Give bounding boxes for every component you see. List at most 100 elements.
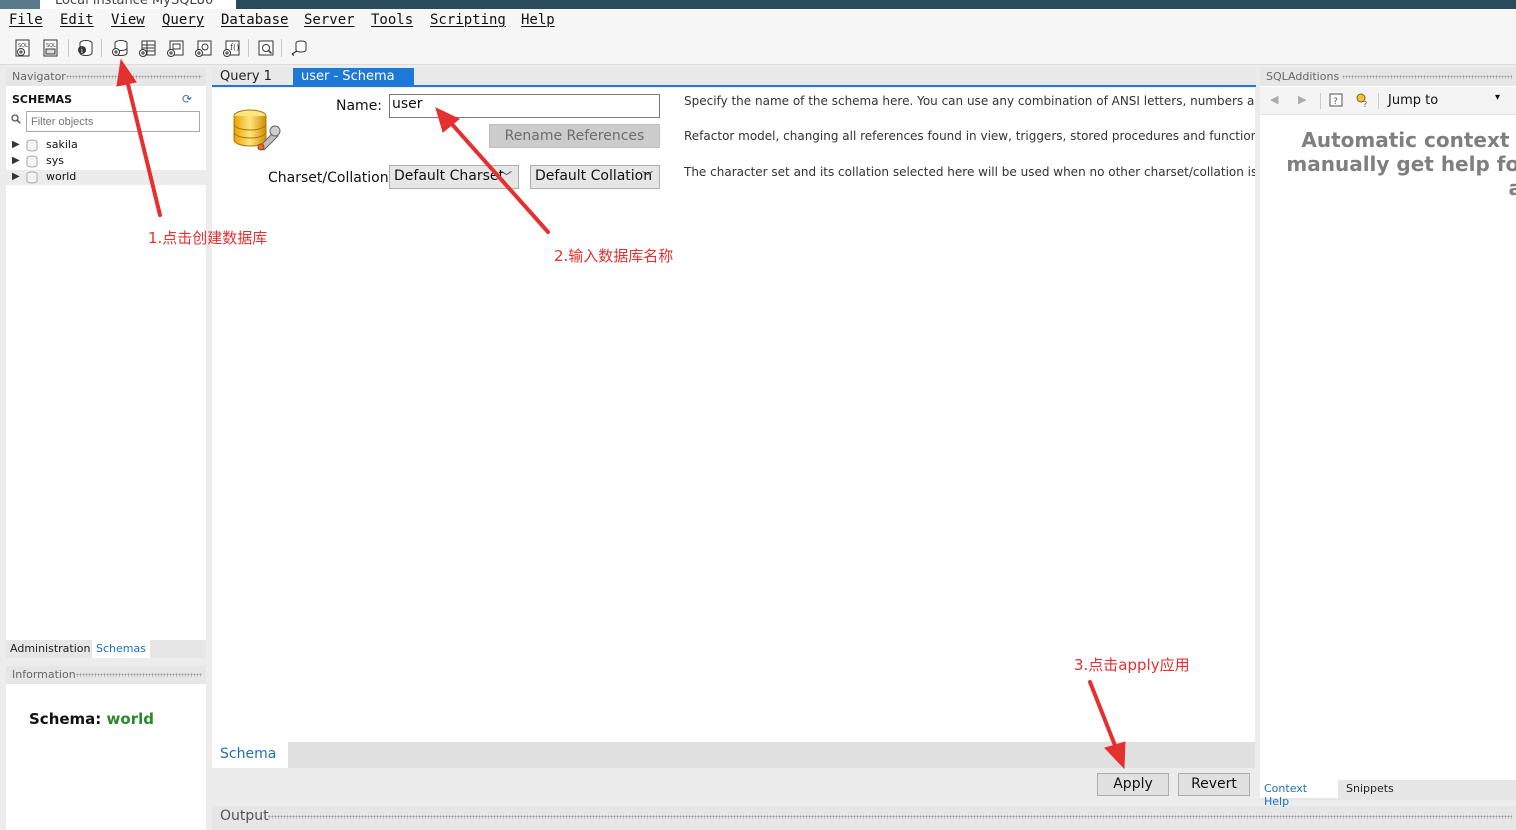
navigator-tabs: Administration Schemas [6, 640, 206, 658]
reconnect-icon[interactable] [288, 37, 310, 59]
back-arrow-icon[interactable]: ◀ [1270, 93, 1278, 106]
forward-arrow-icon[interactable]: ▶ [1298, 93, 1306, 106]
toolbar-separator [68, 39, 69, 57]
help-charset-text: The character set and its collation sele… [684, 165, 1255, 179]
create-function-icon[interactable]: f() [221, 37, 243, 59]
toolbar-separator [1320, 93, 1321, 109]
chevron-down-icon: ▾ [1494, 92, 1500, 103]
schema-tree-item[interactable]: ▶ world [6, 170, 206, 185]
tab-user-schema[interactable]: user - Schema × [293, 68, 414, 100]
filter-objects-input[interactable] [26, 111, 200, 132]
information-title: Information [12, 668, 76, 681]
sql-additions-title: SQLAdditions [1266, 70, 1340, 83]
apply-button[interactable]: Apply [1097, 773, 1169, 796]
info-schema-value: world [106, 710, 154, 728]
toolbar-separator [1378, 93, 1379, 109]
main-toolbar: SQL SQL i f() [0, 33, 1516, 65]
window-tab[interactable]: Local instance MySQL80 [0, 0, 236, 9]
sql-additions-tabs: Context Help Snippets [1260, 780, 1516, 808]
help-name-text: Specify the name of the schema here. You… [684, 94, 1255, 108]
collation-select[interactable]: Default Collation ﹀ [530, 165, 660, 189]
database-icon [26, 155, 38, 171]
menu-database[interactable]: Database [221, 12, 288, 28]
jump-to-select[interactable]: Jump to ▾ [1384, 90, 1506, 112]
editor-subtab-bar: Schema [212, 742, 1255, 768]
schema-name-input[interactable]: user [389, 94, 660, 118]
navigator-panel: Navigator SCHEMAS ⟳ ▶ sakila ▶ sys ▶ wor… [6, 68, 206, 640]
manual-help-icon[interactable]: ? [1354, 92, 1370, 112]
revert-button[interactable]: Revert [1178, 773, 1250, 796]
editor-tab-bar: Query 1 user - Schema × [212, 68, 1256, 100]
expand-arrow-icon[interactable]: ▶ [12, 139, 20, 150]
annotation-step-1: 1.点击创建数据库 [148, 229, 268, 247]
navigator-title: Navigator [12, 70, 66, 83]
svg-text:SQL: SQL [18, 43, 28, 49]
context-help-message: Automatic context h manually get help fo… [1276, 128, 1516, 200]
help-rename-text: Refactor model, changing all references … [684, 129, 1255, 143]
menu-scripting[interactable]: Scripting [430, 12, 506, 28]
info-schema-label: Schema: [29, 710, 102, 728]
menu-bar: File Edit View Query Database Server Too… [0, 9, 1516, 33]
schema-inspector-icon[interactable]: i [74, 37, 96, 59]
window-title: Local instance MySQL80 [55, 0, 214, 8]
grip-dots [1342, 75, 1512, 79]
menu-view[interactable]: View [111, 12, 145, 28]
charset-collation-label: Charset/Collation: [268, 170, 394, 186]
context-help-line: a [1508, 176, 1516, 200]
create-procedure-icon[interactable] [193, 37, 215, 59]
toolbar-separator [248, 39, 249, 57]
expand-arrow-icon[interactable]: ▶ [12, 155, 20, 166]
schema-name: sakila [46, 138, 78, 151]
chevron-down-icon: ﹀ [501, 170, 512, 183]
sql-additions-header: SQLAdditions [1260, 68, 1516, 86]
tab-user-schema-label: user - Schema [301, 69, 395, 84]
sql-additions-toolbar: ◀ ▶ ? ? Jump to ▾ [1260, 87, 1516, 115]
tab-schemas[interactable]: Schemas [92, 640, 150, 658]
menu-query[interactable]: Query [162, 12, 204, 28]
tab-administration[interactable]: Administration [6, 640, 95, 658]
create-view-icon[interactable] [165, 37, 187, 59]
grip-dots [66, 75, 202, 79]
toolbar-separator [281, 39, 282, 57]
information-panel: Information Schema: world [6, 666, 206, 830]
tab-snippets[interactable]: Snippets [1342, 780, 1398, 798]
schema-tree-item[interactable]: ▶ sakila [6, 138, 206, 153]
sql-additions-panel: SQLAdditions ◀ ▶ ? ? Jump to ▾ Automatic… [1260, 68, 1516, 780]
menu-server[interactable]: Server [304, 12, 355, 28]
info-schema-line: Schema: world [29, 710, 154, 728]
new-sql-tab-icon[interactable]: SQL [12, 37, 34, 59]
search-icon [11, 114, 21, 127]
schema-editor-icon [230, 106, 282, 158]
menu-edit[interactable]: Edit [60, 12, 94, 28]
schema-tree-item[interactable]: ▶ sys [6, 154, 206, 169]
tab-context-help[interactable]: Context Help [1260, 780, 1338, 808]
create-table-icon[interactable] [137, 37, 159, 59]
search-table-data-icon[interactable] [255, 37, 277, 59]
rename-references-button[interactable]: Rename References [489, 124, 660, 148]
schema-editor: Name: user Rename References Charset/Col… [212, 88, 1255, 742]
refresh-icon[interactable]: ⟳ [182, 92, 192, 106]
toolbar-separator [101, 39, 102, 57]
charset-select[interactable]: Default Charset ﹀ [389, 165, 519, 189]
schemas-title: SCHEMAS [12, 93, 73, 106]
tab-schema[interactable]: Schema [212, 742, 288, 768]
grip-dots [76, 673, 202, 677]
context-help-line: Automatic context h [1301, 128, 1516, 152]
menu-tools[interactable]: Tools [371, 12, 413, 28]
home-tab-icon[interactable] [0, 0, 40, 9]
chevron-down-icon: ﹀ [642, 170, 653, 183]
jump-to-value: Jump to [1388, 93, 1439, 108]
create-schema-icon[interactable] [109, 37, 131, 59]
svg-text:f(): f() [230, 43, 239, 52]
tab-query-1[interactable]: Query 1 [212, 68, 280, 85]
toggle-auto-help-icon[interactable]: ? [1328, 92, 1344, 112]
open-sql-script-icon[interactable]: SQL [40, 37, 62, 59]
output-panel-header[interactable]: Output [212, 806, 1516, 830]
database-icon [26, 139, 38, 155]
charset-value: Default Charset [394, 168, 504, 184]
menu-file[interactable]: File [9, 12, 43, 28]
menu-help[interactable]: Help [521, 12, 555, 28]
expand-arrow-icon[interactable]: ▶ [12, 171, 20, 182]
annotation-step-3: 3.点击apply应用 [1074, 656, 1190, 674]
schema-name: world [46, 170, 77, 183]
